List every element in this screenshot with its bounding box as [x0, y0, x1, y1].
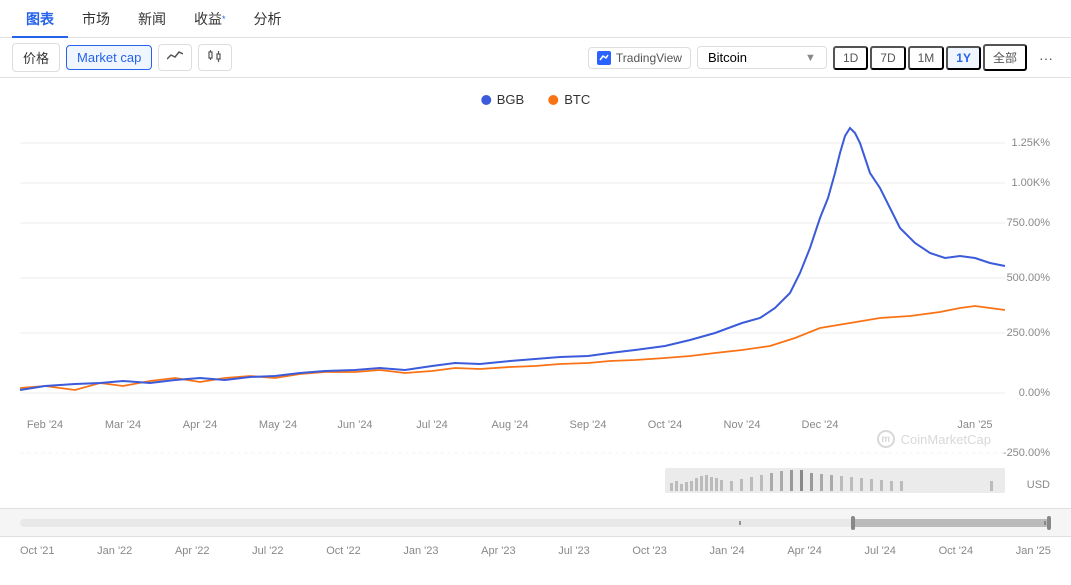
svg-text:May '24: May '24	[259, 419, 297, 431]
timeline-label-jul23: Jul '23	[558, 545, 589, 557]
price-button[interactable]: 价格	[12, 43, 60, 72]
svg-text:750.00%: 750.00%	[1007, 217, 1051, 229]
svg-text:1.25K%: 1.25K%	[1011, 137, 1050, 149]
nav-tab-analysis[interactable]: 分析	[240, 0, 296, 38]
line-chart-button[interactable]	[158, 44, 192, 71]
svg-text:Feb '24: Feb '24	[27, 419, 63, 431]
marketcap-button[interactable]: Market cap	[66, 45, 152, 70]
svg-text:1.00K%: 1.00K%	[1011, 177, 1050, 189]
svg-text:Jun '24: Jun '24	[337, 419, 372, 431]
candle-chart-button[interactable]	[198, 44, 232, 71]
timeline-label-jan22: Jan '22	[97, 545, 132, 557]
earnings-superscript: *	[222, 14, 226, 24]
svg-text:Sep '24: Sep '24	[570, 419, 607, 431]
watermark: m CoinMarketCap	[877, 430, 991, 448]
svg-text:0.00%: 0.00%	[1019, 387, 1050, 399]
time-7d[interactable]: 7D	[870, 46, 905, 70]
svg-text:Dec '24: Dec '24	[802, 419, 839, 431]
svg-text:-250.00%: -250.00%	[1003, 447, 1050, 459]
watermark-text: CoinMarketCap	[901, 432, 991, 447]
timeline-label-apr22: Apr '22	[175, 545, 210, 557]
svg-text:500.00%: 500.00%	[1007, 272, 1051, 284]
top-navigation: 图表 市场 新闻 收益* 分析	[0, 0, 1071, 38]
nav-tab-earnings[interactable]: 收益*	[180, 0, 240, 38]
svg-text:USD: USD	[1027, 479, 1050, 491]
watermark-icon: m	[877, 430, 895, 448]
timeline-label-oct23: Oct '23	[632, 545, 667, 557]
timeline-label-jul24: Jul '24	[864, 545, 895, 557]
timeline-label-oct24: Oct '24	[939, 545, 974, 557]
more-button[interactable]: ···	[1033, 47, 1059, 69]
nav-tab-market[interactable]: 市场	[68, 0, 124, 38]
svg-text:250.00%: 250.00%	[1007, 327, 1051, 339]
btc-line	[20, 306, 1005, 390]
timeline-label-oct22: Oct '22	[326, 545, 361, 557]
tradingview-icon	[597, 51, 611, 65]
tradingview-label: TradingView	[616, 51, 682, 65]
coin-label: Bitcoin	[708, 50, 747, 65]
coin-selector[interactable]: Bitcoin ▼	[697, 46, 827, 69]
time-selector: 1D 7D 1M 1Y 全部	[833, 44, 1027, 71]
chart-toolbar: 价格 Market cap TradingView Bitcoin ▼ 1D 7…	[0, 38, 1071, 78]
svg-text:Apr '24: Apr '24	[183, 419, 218, 431]
scroll-area[interactable]	[0, 508, 1071, 536]
timeline-label-apr23: Apr '23	[481, 545, 516, 557]
nav-tab-news[interactable]: 新闻	[124, 0, 180, 38]
scroll-track[interactable]	[20, 519, 1051, 527]
time-all[interactable]: 全部	[983, 44, 1027, 71]
bottom-timeline: Oct '21 Jan '22 Apr '22 Jul '22 Oct '22 …	[0, 536, 1071, 564]
svg-text:Oct '24: Oct '24	[648, 419, 683, 431]
time-1m[interactable]: 1M	[908, 46, 945, 70]
timeline-label-oct21: Oct '21	[20, 545, 55, 557]
svg-text:Jul '24: Jul '24	[416, 419, 447, 431]
bgb-line	[20, 128, 1005, 390]
timeline-label-jan25: Jan '25	[1016, 545, 1051, 557]
svg-text:Nov '24: Nov '24	[724, 419, 761, 431]
tradingview-badge: TradingView	[588, 47, 691, 69]
timeline-label-jul22: Jul '22	[252, 545, 283, 557]
timeline-label-apr24: Apr '24	[787, 545, 822, 557]
timeline-label-jan23: Jan '23	[403, 545, 438, 557]
svg-text:Mar '24: Mar '24	[105, 419, 141, 431]
dropdown-arrow: ▼	[805, 52, 816, 64]
chart-area: BGB BTC 1.25K% 1.00K% 750.00% 500.00% 25…	[0, 78, 1071, 508]
time-1y[interactable]: 1Y	[946, 46, 981, 70]
nav-tab-chart[interactable]: 图表	[12, 0, 68, 38]
time-1d[interactable]: 1D	[833, 46, 868, 70]
svg-text:Aug '24: Aug '24	[492, 419, 529, 431]
timeline-label-jan24: Jan '24	[710, 545, 745, 557]
